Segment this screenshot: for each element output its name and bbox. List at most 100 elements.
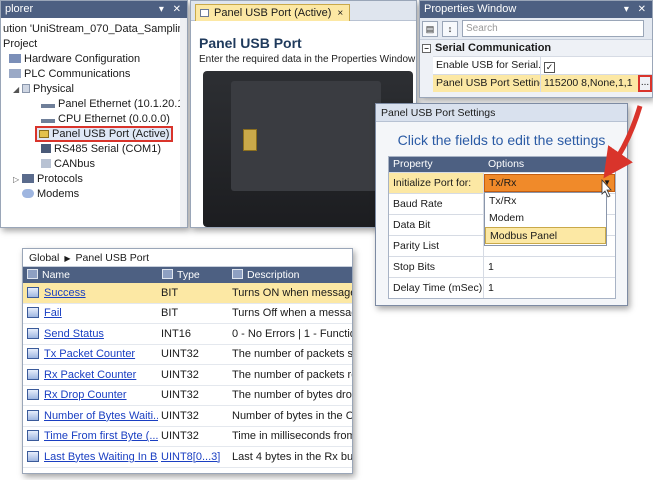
table-row[interactable]: Send Status INT16 0 - No Errors | 1 - Func…: [23, 324, 352, 345]
document-icon: [200, 9, 209, 17]
tag-name-link[interactable]: Fail: [44, 307, 62, 319]
document-icon: [22, 84, 30, 93]
breadcrumb-panel-usb-port[interactable]: Panel USB Port: [76, 252, 150, 264]
table-row[interactable]: Last Bytes Waiting In B... UINT8[0...3] La…: [23, 447, 352, 468]
breadcrumb-global[interactable]: Global: [29, 252, 59, 264]
tag-icon: [27, 409, 39, 421]
alphabetical-view-icon[interactable]: ↕: [442, 20, 458, 37]
dialog-heading: Click the fields to edit the settings: [397, 132, 606, 148]
categorized-view-icon[interactable]: ▤: [422, 20, 438, 37]
column-header-property: Property: [393, 158, 433, 170]
tree-item-hardware-configuration[interactable]: Hardware Configuration: [1, 52, 187, 67]
table-row[interactable]: Time From first Byte (... UINT32 Time in m…: [23, 427, 352, 447]
tag-icon: [27, 368, 39, 380]
table-row[interactable]: Tx Packet Counter UINT32 The number of pac…: [23, 345, 352, 365]
properties-window-controls[interactable]: ▾ ✕: [624, 1, 649, 18]
tag-icon: [27, 327, 39, 339]
ethernet-port-icon: [41, 119, 55, 123]
tag-name-link[interactable]: Time From first Byte (...: [44, 430, 158, 442]
modem-icon: [22, 189, 34, 198]
tree-item-canbus[interactable]: CANbus: [1, 157, 187, 172]
initialize-port-select[interactable]: Tx/Rx ▼: [484, 174, 615, 192]
tree-item-panel-ethernet[interactable]: Panel Ethernet (10.1.20.150: [1, 97, 187, 112]
tag-name-link[interactable]: Rx Packet Counter: [44, 369, 136, 381]
tag-type: UINT32: [161, 430, 199, 443]
tag-name-link[interactable]: Success: [44, 287, 86, 299]
tag-type: BIT: [161, 307, 179, 320]
tag-icon: [27, 286, 39, 298]
tag-icon: [27, 307, 39, 319]
usb-port-highlight: [243, 129, 257, 151]
initialize-port-dropdown-list: Tx/Rx Modem Modbus Panel: [484, 192, 607, 246]
settings-grid-header: Property Options: [389, 157, 615, 172]
explorer-title: plorer: [5, 3, 34, 15]
explorer-tree: ution 'UniStream_070_Data_Sampling_ Proj…: [1, 18, 187, 202]
tag-name-link[interactable]: Send Status: [44, 328, 104, 340]
table-row[interactable]: Rx Drop Counter UINT32 The number of bytes…: [23, 386, 352, 406]
edit-settings-ellipsis-button[interactable]: ...: [638, 75, 652, 92]
explorer-window-controls[interactable]: ▾ ✕: [159, 1, 184, 18]
column-header-name[interactable]: Name: [23, 267, 158, 283]
properties-title: Properties Window: [424, 3, 517, 15]
tag-type: BIT: [161, 286, 179, 299]
tag-name-link[interactable]: Rx Drop Counter: [44, 389, 127, 401]
breadcrumb: Global ▶ Panel USB Port: [23, 249, 352, 267]
page-title: Panel USB Port: [199, 35, 302, 51]
expand-arrow-icon[interactable]: ▷: [13, 172, 22, 187]
tag-name-link[interactable]: Last Bytes Waiting In B...: [44, 451, 158, 463]
properties-window: Properties Window ▾ ✕ ▤ ↕ Search − Serial…: [419, 0, 653, 98]
tag-type: UINT32: [161, 348, 199, 361]
close-icon[interactable]: ×: [337, 8, 343, 19]
collapse-icon[interactable]: −: [422, 44, 431, 53]
tag-icon: [27, 450, 39, 462]
explorer-scrollbar[interactable]: [180, 18, 187, 227]
properties-toolbar: ▤ ↕ Search: [420, 18, 652, 40]
plc-communications-icon: [9, 69, 21, 78]
table-row[interactable]: Success BIT Turns ON when message is sen: [23, 283, 352, 304]
tree-item-modems[interactable]: Modems: [1, 187, 187, 202]
table-row[interactable]: Number of Bytes Waiti... UINT32 Number of …: [23, 406, 352, 427]
tree-item-project[interactable]: Project: [1, 37, 187, 52]
dialog-title: Panel USB Port Settings: [376, 104, 627, 122]
property-row-enable-usb[interactable]: Enable USB for Serial... ✓: [433, 56, 652, 74]
setting-row-initialize-port[interactable]: Initialize Port for: Tx/Rx ▼: [389, 172, 615, 193]
tree-item-panel-usb-port[interactable]: Panel USB Port (Active): [1, 126, 187, 142]
dropdown-option-modem[interactable]: Modem: [485, 210, 606, 227]
tag-description: The number of packets sent, in: [232, 348, 352, 361]
tree-item-cpu-ethernet[interactable]: CPU Ethernet (0.0.0.0): [1, 112, 187, 127]
serial-port-icon: [41, 144, 51, 153]
tag-name-link[interactable]: Tx Packet Counter: [44, 348, 135, 360]
enable-usb-checkbox[interactable]: ✓: [544, 62, 555, 73]
dropdown-option-modbus-panel[interactable]: Modbus Panel: [485, 227, 606, 244]
table-row[interactable]: Fail BIT Turns Off when a message fails: [23, 304, 352, 324]
tag-description: The number of packets received: [232, 368, 352, 381]
tag-type: UINT32: [161, 389, 199, 402]
tag-icon: [27, 348, 39, 360]
usb-settings-value: 115200 8,None,1,1: [544, 77, 633, 89]
tree-item-solution[interactable]: ution 'UniStream_070_Data_Sampling_: [1, 22, 187, 37]
tree-item-plc-communications[interactable]: PLC Communications: [1, 67, 187, 82]
chevron-down-icon[interactable]: ▼: [603, 175, 611, 191]
tag-type: INT16: [161, 327, 191, 340]
canbus-icon: [41, 159, 51, 168]
tag-type: UINT8[0...3]: [161, 450, 221, 463]
properties-titlebar: Properties Window ▾ ✕: [420, 1, 652, 18]
tree-item-physical[interactable]: ◢ Physical: [1, 82, 187, 97]
column-header-type[interactable]: Type: [158, 267, 228, 283]
tags-table-body: Success BIT Turns ON when message is sen Fa…: [23, 283, 352, 468]
tag-name-link[interactable]: Number of Bytes Waiti...: [44, 410, 158, 422]
table-row[interactable]: Rx Packet Counter UINT32 The number of pac…: [23, 365, 352, 386]
tab-panel-usb-port[interactable]: Panel USB Port (Active) ×: [195, 4, 351, 21]
tag-description: Number of bytes in the COM R: [232, 409, 352, 422]
property-row-usb-port-settings[interactable]: Panel USB Port Settings 115200 8,None,1,…: [433, 74, 652, 92]
column-header-description[interactable]: Description: [228, 267, 352, 283]
properties-search-input[interactable]: Search: [462, 20, 644, 37]
collapse-arrow-icon[interactable]: ◢: [13, 82, 22, 97]
dropdown-option-tx-rx[interactable]: Tx/Rx: [485, 193, 606, 210]
tree-item-rs485-serial[interactable]: RS485 Serial (COM1): [1, 142, 187, 157]
tree-item-protocols[interactable]: ▷ Protocols: [1, 172, 187, 187]
category-serial-communication[interactable]: − Serial Communication: [420, 40, 652, 56]
setting-row-delay-time[interactable]: Delay Time (mSec) 1: [389, 277, 615, 298]
setting-row-stop-bits[interactable]: Stop Bits 1: [389, 256, 615, 277]
page-subtitle: Enter the required data in the Propertie…: [199, 54, 416, 65]
